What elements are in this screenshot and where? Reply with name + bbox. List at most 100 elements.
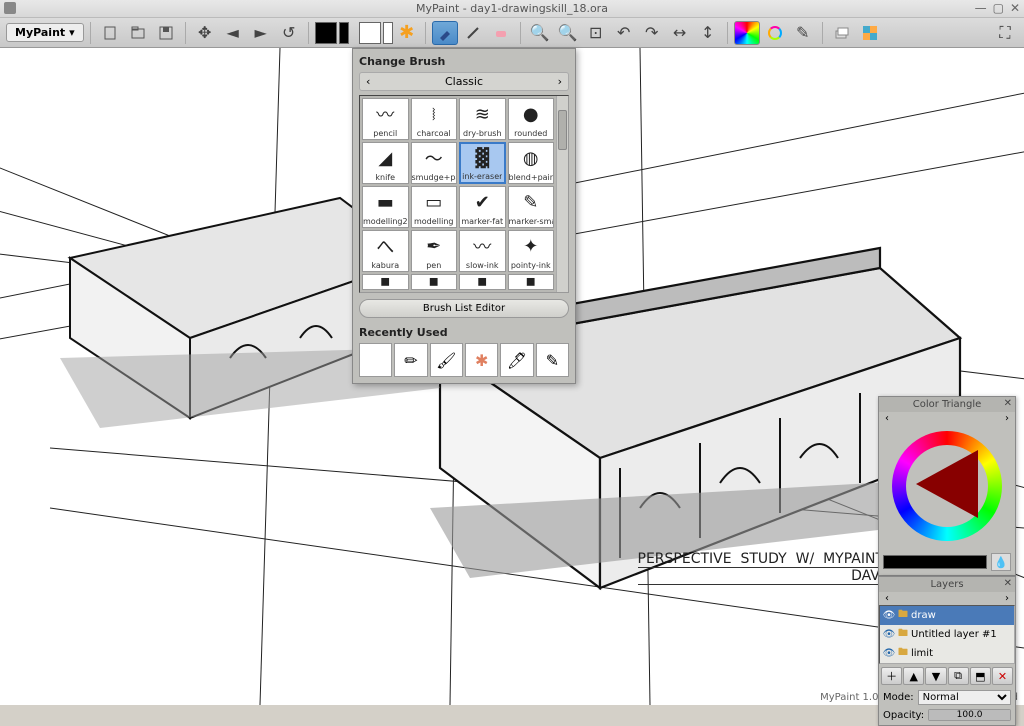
color-selector-button[interactable] [734, 21, 760, 45]
current-brush-button[interactable]: ✱ [395, 21, 419, 45]
color-primary-swatch[interactable] [315, 22, 337, 44]
brush-list-editor-button[interactable]: Brush List Editor [359, 299, 569, 318]
move-layer-up-button[interactable]: ▲ [903, 667, 924, 685]
rotate-cw-button[interactable]: ↷ [639, 21, 665, 45]
brush-category-nav[interactable]: ‹ Classic › [359, 72, 569, 91]
next-category-icon[interactable]: › [558, 75, 562, 88]
brush-cell[interactable]: ◢knife [362, 142, 409, 184]
brush-cell[interactable]: ≋dry-brush [459, 98, 506, 140]
undo-button[interactable]: ◄ [220, 21, 246, 45]
brush-label: smudge+paint [412, 173, 457, 182]
fullscreen-button[interactable]: ⛶ [992, 21, 1018, 45]
opacity-slider[interactable]: 100.0 [928, 709, 1011, 721]
prev-icon[interactable]: ‹ [885, 593, 889, 604]
recent-brush[interactable]: 🖌 [430, 343, 463, 377]
current-color-swatch[interactable] [883, 555, 987, 569]
panel-header[interactable]: Layers ✕ [879, 577, 1015, 592]
freehand-tool-button[interactable] [432, 21, 458, 45]
color-secondary-dropdown[interactable] [383, 22, 393, 44]
color-wheel[interactable] [883, 429, 1011, 549]
move-tool-button[interactable]: ✥ [192, 21, 218, 45]
close-icon[interactable]: ✕ [1004, 398, 1012, 409]
zoom-in-button[interactable]: 🔍 [527, 21, 553, 45]
next-icon[interactable]: › [1005, 413, 1009, 424]
brush-cell[interactable]: ▓ink-eraser [459, 142, 506, 184]
prev-icon[interactable]: ‹ [885, 413, 889, 424]
eraser-tool-button[interactable] [488, 21, 514, 45]
brush-cell[interactable]: ●rounded [508, 98, 555, 140]
prev-category-icon[interactable]: ‹ [366, 75, 370, 88]
layer-row[interactable]: 👁🖿Untitled layer #1 [880, 625, 1014, 644]
brush-cell[interactable]: ▭modelling [411, 186, 458, 228]
saturation-triangle[interactable] [916, 450, 978, 518]
brush-thumb-icon: ▓ [461, 144, 504, 172]
brush-thumb-icon: ≋ [460, 99, 505, 129]
new-file-button[interactable] [97, 21, 123, 45]
brush-cell[interactable]: ◍blend+paint [508, 142, 555, 184]
blend-mode-select[interactable]: Normal [918, 690, 1011, 705]
brush-cell[interactable]: ◼ [362, 274, 409, 290]
visibility-icon[interactable]: 👁 [883, 610, 895, 622]
recent-brush[interactable]: ✎ [536, 343, 569, 377]
recent-brush[interactable] [359, 343, 392, 377]
brush-grid: 〰pencil⧘charcoal≋dry-brush●rounded ◢knife… [359, 95, 569, 293]
color-primary-dropdown[interactable] [339, 22, 349, 44]
close-icon[interactable]: ✕ [1004, 578, 1012, 589]
brush-label: charcoal [417, 129, 451, 138]
brush-cell[interactable]: 〜smudge+paint [411, 142, 458, 184]
recent-brush[interactable]: ✏ [394, 343, 427, 377]
maximize-button[interactable]: ▢ [993, 1, 1004, 15]
line-tool-button[interactable] [460, 21, 486, 45]
layer-row[interactable]: 👁🖿limit [880, 644, 1014, 663]
delete-layer-button[interactable]: ✕ [992, 667, 1013, 685]
merge-layer-button[interactable]: ⬒ [970, 667, 991, 685]
brush-cell[interactable]: ⧘charcoal [411, 98, 458, 140]
scrollbar-thumb[interactable] [558, 110, 567, 150]
brush-cell[interactable]: ✦pointy-ink [508, 230, 555, 272]
close-button[interactable]: ✕ [1010, 1, 1020, 15]
app-menu-button[interactable]: MyPaint ▾ [6, 23, 84, 42]
color-triangle-panel: Color Triangle ✕ ‹ › 💧 [878, 396, 1016, 576]
layer-list: 👁🖿draw👁🖿Untitled layer #1👁🖿limit [879, 605, 1015, 664]
layer-row[interactable]: 👁🖿draw [880, 606, 1014, 625]
open-file-button[interactable] [125, 21, 151, 45]
brush-cell[interactable]: ✒pen [411, 230, 458, 272]
visibility-icon[interactable]: 👁 [883, 648, 895, 660]
brush-cell[interactable]: ◼ [459, 274, 506, 290]
move-layer-down-button[interactable]: ▼ [925, 667, 946, 685]
brush-cell[interactable]: ◼ [411, 274, 458, 290]
brush-cell[interactable]: ✎marker-small [508, 186, 555, 228]
pick-color-button[interactable]: ✎ [790, 21, 816, 45]
color-secondary-swatch[interactable] [359, 22, 381, 44]
layers-button[interactable] [829, 21, 855, 45]
recent-brush[interactable]: 🖊 [500, 343, 533, 377]
brush-cell[interactable]: へkabura [362, 230, 409, 272]
next-icon[interactable]: › [1005, 593, 1009, 604]
color-ring-button[interactable] [762, 21, 788, 45]
redo-button[interactable]: ► [248, 21, 274, 45]
brush-cell[interactable]: 〰pencil [362, 98, 409, 140]
rotate-ccw-button[interactable]: ↶ [611, 21, 637, 45]
mirror-v-button[interactable]: ↕ [695, 21, 721, 45]
duplicate-layer-button[interactable]: ⧉ [948, 667, 969, 685]
minimize-button[interactable]: — [975, 1, 987, 15]
zoom-fit-button[interactable]: ⊡ [583, 21, 609, 45]
separator [822, 22, 823, 44]
brush-cell[interactable]: 〰slow-ink [459, 230, 506, 272]
panel-header[interactable]: Color Triangle ✕ [879, 397, 1015, 412]
scratchpad-button[interactable]: ↺ [276, 21, 302, 45]
brush-scrollbar[interactable] [556, 96, 568, 292]
brush-cell[interactable]: ▬modelling2 [362, 186, 409, 228]
brush-thumb-icon: 〜 [412, 143, 457, 173]
zoom-out-button[interactable]: 🔍 [555, 21, 581, 45]
eyedropper-button[interactable]: 💧 [991, 553, 1011, 571]
add-layer-button[interactable]: ＋ [881, 667, 902, 685]
mirror-h-button[interactable]: ↔ [667, 21, 693, 45]
brush-cell[interactable]: ✔marker-fat [459, 186, 506, 228]
background-button[interactable] [857, 21, 883, 45]
visibility-icon[interactable]: 👁 [883, 629, 895, 641]
recent-brush[interactable]: ✱ [465, 343, 498, 377]
brush-cell[interactable]: ◼ [508, 274, 555, 290]
main-toolbar: MyPaint ▾ ✥ ◄ ► ↺ ✱ 🔍 🔍 ⊡ ↶ ↷ ↔ ↕ ✎ ⛶ [0, 18, 1024, 48]
save-file-button[interactable] [153, 21, 179, 45]
